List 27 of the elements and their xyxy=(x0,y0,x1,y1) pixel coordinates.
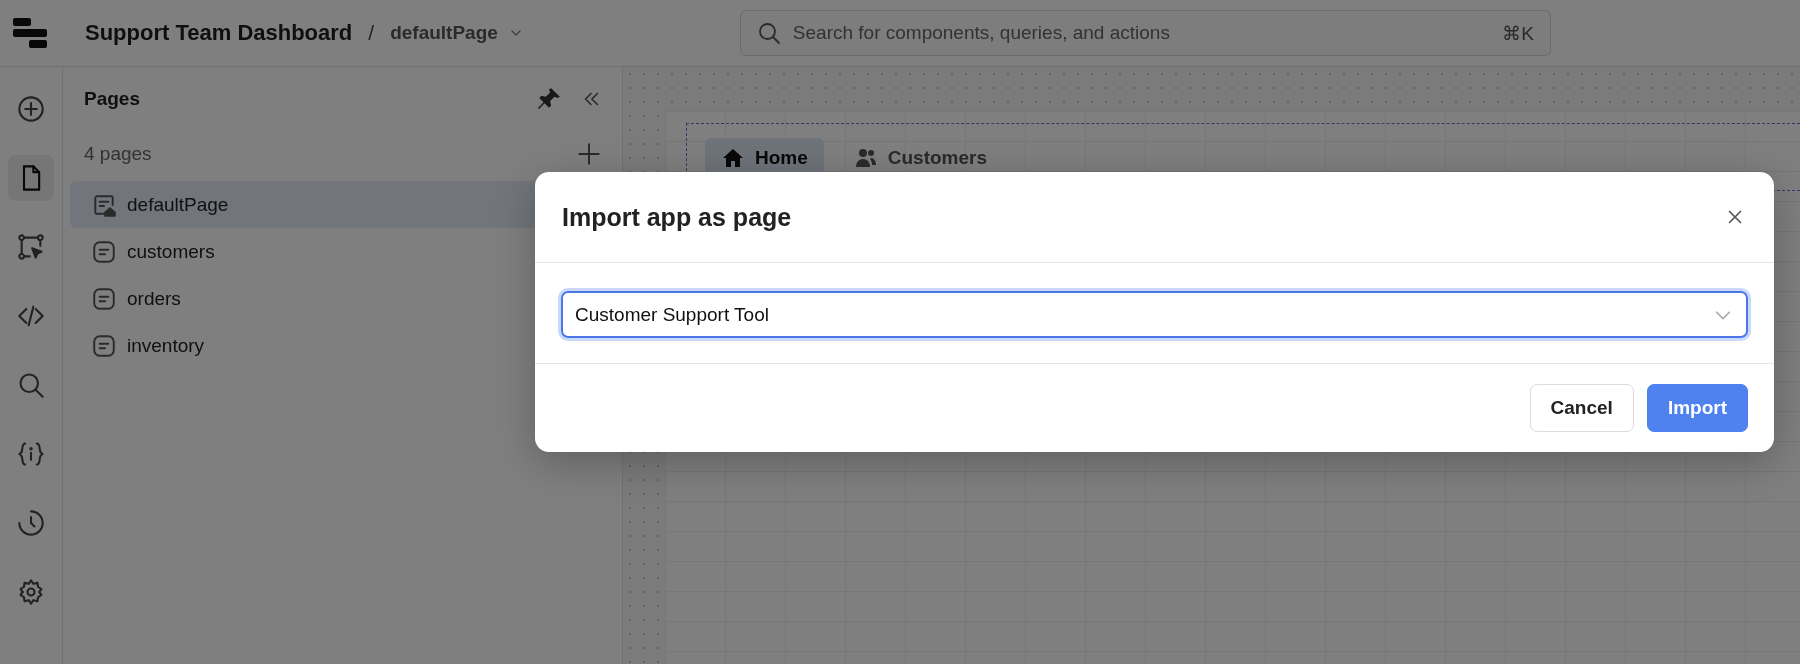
search-icon xyxy=(756,21,781,45)
sidebar-button[interactable] xyxy=(8,155,54,201)
people-icon xyxy=(853,146,878,170)
add-icon xyxy=(576,141,602,167)
settings-icon xyxy=(17,578,45,606)
page-switcher[interactable]: defaultPage xyxy=(390,22,498,44)
home-icon xyxy=(721,146,745,170)
page-icon xyxy=(91,285,117,312)
search-icon xyxy=(17,371,45,399)
app-select[interactable]: Customer Support Tool xyxy=(561,291,1748,338)
page-icon xyxy=(91,332,117,359)
page-count: 4 pages xyxy=(84,143,153,165)
page-icon xyxy=(91,238,117,265)
add-icon xyxy=(17,95,45,123)
shortcut-hint: ⌘K xyxy=(1502,21,1534,45)
braces-icon xyxy=(17,440,45,468)
logo-icon[interactable] xyxy=(13,18,47,48)
cancel-button[interactable]: Cancel xyxy=(1529,384,1634,432)
breadcrumb-separator: / xyxy=(368,21,375,45)
app-title: Support Team Dashboard xyxy=(85,20,353,46)
history-icon xyxy=(17,509,45,537)
nav-tab[interactable]: Customers xyxy=(837,138,1004,178)
search-field[interactable]: Search for components, queries, and actions ⌘K xyxy=(739,10,1551,56)
import-button[interactable]: Import xyxy=(1646,384,1748,432)
path-cursor-icon xyxy=(17,233,45,261)
panel-title: Pages xyxy=(84,88,141,110)
pin-icon[interactable] xyxy=(536,86,562,112)
